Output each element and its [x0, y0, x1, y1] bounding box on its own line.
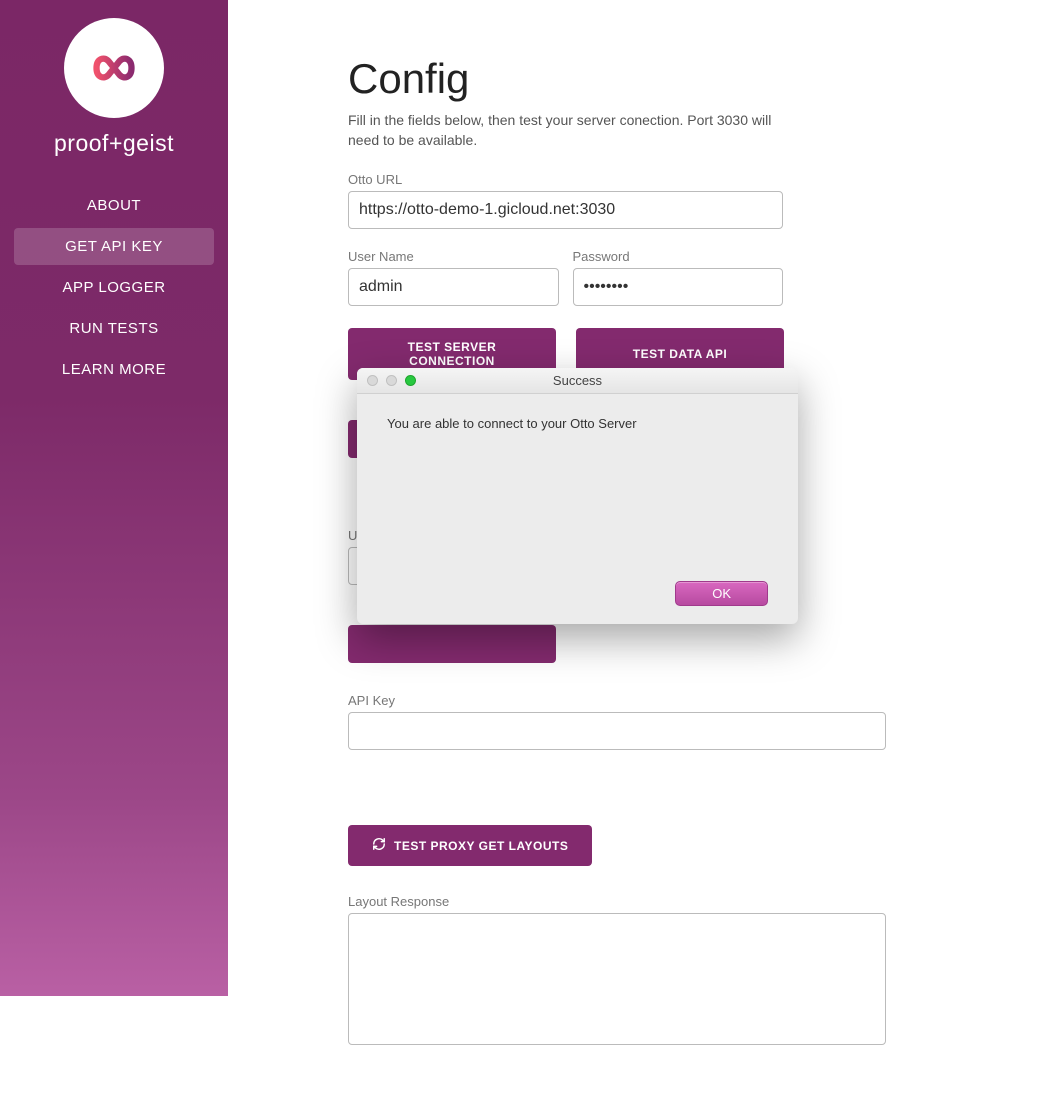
window-minimize-icon[interactable]	[386, 375, 397, 386]
obscured-button-2[interactable]	[348, 625, 556, 663]
otto-url-label: Otto URL	[348, 172, 941, 187]
username-input[interactable]	[348, 268, 559, 306]
infinity-logo-icon	[79, 48, 149, 88]
traffic-lights	[357, 375, 416, 386]
dialog-message: You are able to connect to your Otto Ser…	[387, 416, 768, 431]
refresh-icon	[372, 837, 386, 854]
dialog-ok-button[interactable]: OK	[675, 581, 768, 606]
test-proxy-label: TEST PROXY GET LAYOUTS	[394, 839, 568, 853]
password-input[interactable]	[573, 268, 784, 306]
page-title: Config	[348, 55, 941, 103]
layout-response-textarea[interactable]	[348, 913, 886, 1045]
api-key-input[interactable]	[348, 712, 886, 750]
test-proxy-get-layouts-button[interactable]: TEST PROXY GET LAYOUTS	[348, 825, 592, 866]
sidebar-item-app-logger[interactable]: APP LOGGER	[14, 269, 214, 306]
otto-url-input[interactable]	[348, 191, 783, 229]
dialog-title: Success	[357, 373, 798, 388]
dialog-body: You are able to connect to your Otto Ser…	[357, 394, 798, 624]
page-subtitle: Fill in the fields below, then test your…	[348, 111, 788, 150]
api-key-label: API Key	[348, 693, 886, 708]
sidebar-item-run-tests[interactable]: RUN TESTS	[14, 310, 214, 347]
window-close-icon[interactable]	[367, 375, 378, 386]
sidebar-item-about[interactable]: ABOUT	[14, 187, 214, 224]
sidebar: proof+geist ABOUT GET API KEY APP LOGGER…	[0, 0, 228, 996]
dialog-footer: OK	[387, 581, 768, 606]
logo-circle	[64, 18, 164, 118]
success-dialog: Success You are able to connect to your …	[357, 368, 798, 624]
dialog-titlebar: Success	[357, 368, 798, 394]
password-label: Password	[573, 249, 784, 264]
brand-name: proof+geist	[54, 130, 174, 157]
window-maximize-icon[interactable]	[405, 375, 416, 386]
layout-response-label: Layout Response	[348, 894, 886, 909]
sidebar-item-learn-more[interactable]: LEARN MORE	[14, 351, 214, 388]
nav-list: ABOUT GET API KEY APP LOGGER RUN TESTS L…	[0, 187, 228, 392]
sidebar-item-get-api-key[interactable]: GET API KEY	[14, 228, 214, 265]
username-label: User Name	[348, 249, 559, 264]
